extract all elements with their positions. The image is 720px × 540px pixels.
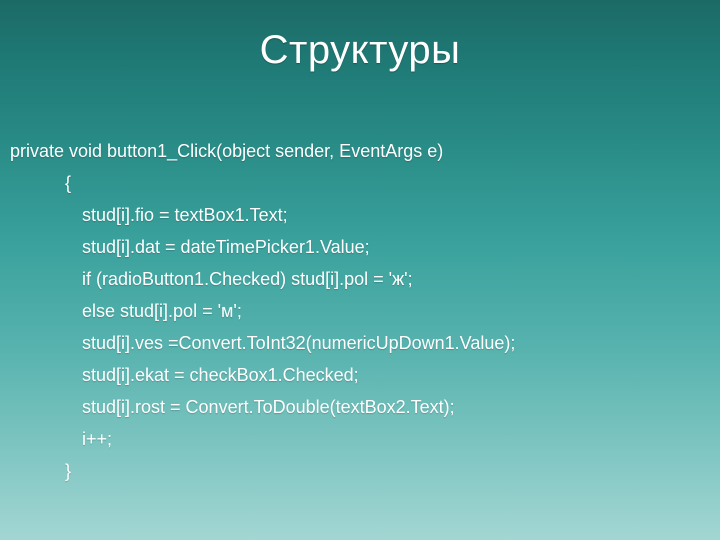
code-line: stud[i].dat = dateTimePicker1.Value; xyxy=(10,231,702,263)
code-line: i++; xyxy=(10,423,702,455)
code-line: if (radioButton1.Checked) stud[i].pol = … xyxy=(10,263,702,295)
slide: Структуры private void button1_Click(obj… xyxy=(0,0,720,540)
slide-title: Структуры xyxy=(0,0,720,73)
code-line: stud[i].rost = Convert.ToDouble(textBox2… xyxy=(10,391,702,423)
code-line: stud[i].fio = textBox1.Text; xyxy=(10,199,702,231)
code-line: private void button1_Click(object sender… xyxy=(10,135,702,167)
code-line: else stud[i].pol = 'м'; xyxy=(10,295,702,327)
code-line: } xyxy=(10,455,702,487)
code-line: stud[i].ves =Convert.ToInt32(numericUpDo… xyxy=(10,327,702,359)
code-line: { xyxy=(10,167,702,199)
code-block: private void button1_Click(object sender… xyxy=(10,135,702,487)
code-line: stud[i].ekat = checkBox1.Checked; xyxy=(10,359,702,391)
